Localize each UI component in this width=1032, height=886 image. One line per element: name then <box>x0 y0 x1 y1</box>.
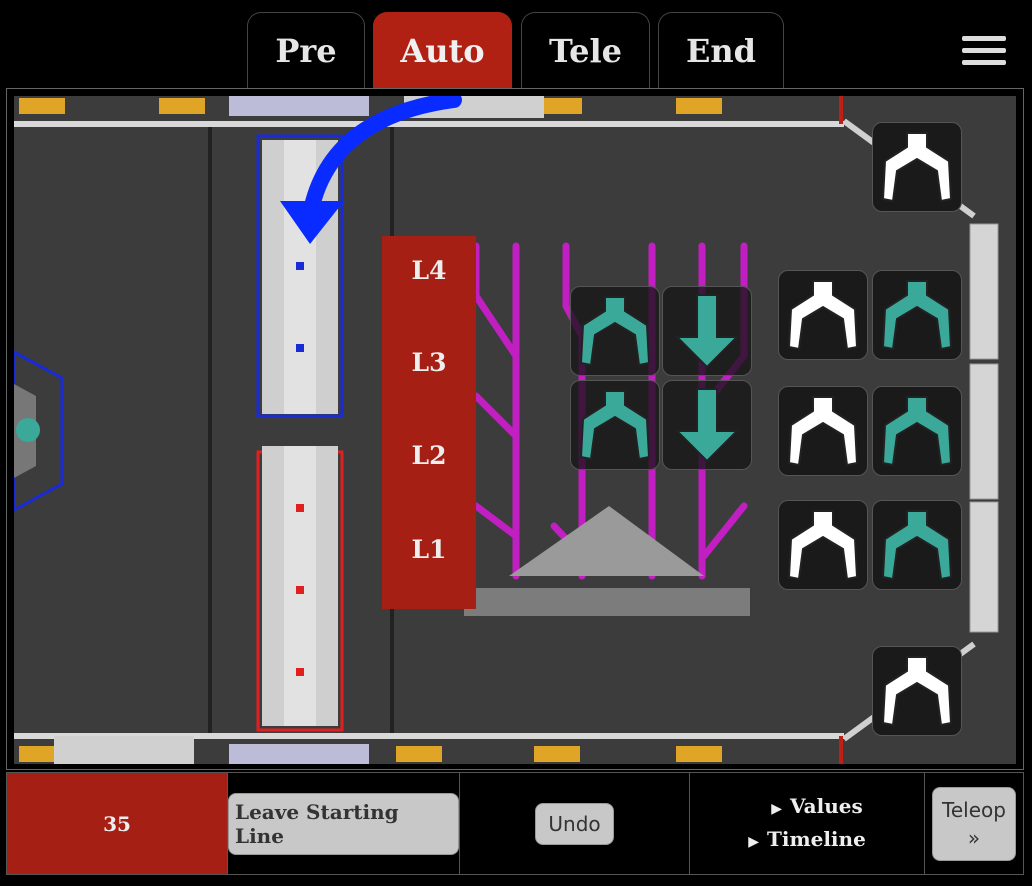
level-l2-button[interactable]: L2 <box>382 441 476 470</box>
leave-cell: Leave Starting Line <box>228 773 460 874</box>
teleop-label: Teleop <box>942 797 1006 822</box>
claw-white-icon <box>881 656 953 727</box>
values-toggle[interactable]: ▶ Values <box>771 791 863 824</box>
level-l1-button[interactable]: L1 <box>382 535 476 564</box>
mark-3-teal-button[interactable] <box>872 500 962 590</box>
mark-1-teal-button[interactable] <box>872 270 962 360</box>
claw-teal-icon <box>579 390 651 461</box>
level-l4-button[interactable]: L4 <box>382 256 476 285</box>
claw-white-icon <box>787 396 859 467</box>
undo-cell: Undo <box>460 773 690 874</box>
tab-pre[interactable]: Pre <box>247 12 365 88</box>
tab-auto[interactable]: Auto <box>373 12 512 88</box>
claw-white-icon <box>787 510 859 581</box>
hamburger-menu-icon[interactable] <box>962 36 1006 66</box>
teleop-button[interactable]: Teleop » <box>932 786 1016 861</box>
undo-button[interactable]: Undo <box>535 802 614 845</box>
arrow-down-teal-icon <box>674 388 740 463</box>
reef-drop-upper-button[interactable] <box>662 286 752 376</box>
reef-pickup-lower-button[interactable] <box>570 380 660 470</box>
claw-teal-icon <box>881 396 953 467</box>
reef-pickup-upper-button[interactable] <box>570 286 660 376</box>
mark-3-white-button[interactable] <box>778 500 868 590</box>
disclosure-cell: ▶ Values ▶ Timeline <box>690 773 925 874</box>
timeline-toggle[interactable]: ▶ Timeline <box>748 824 866 857</box>
claw-teal-icon <box>881 510 953 581</box>
triangle-right-icon: ▶ <box>771 800 782 817</box>
triangle-right-icon: ▶ <box>748 833 759 850</box>
mark-2-white-button[interactable] <box>778 386 868 476</box>
values-label: Values <box>790 793 863 818</box>
station-top-pickup-button[interactable] <box>872 122 962 212</box>
station-bottom-pickup-button[interactable] <box>872 646 962 736</box>
claw-white-icon <box>787 280 859 351</box>
tab-tele[interactable]: Tele <box>521 12 650 88</box>
score-display: 35 <box>7 773 228 874</box>
mark-2-teal-button[interactable] <box>872 386 962 476</box>
phase-tabs: Pre Auto Tele End <box>0 0 1032 88</box>
leave-starting-line-button[interactable]: Leave Starting Line <box>228 792 459 855</box>
timeline-label: Timeline <box>766 826 866 851</box>
teleop-cell: Teleop » <box>925 773 1023 874</box>
tab-end[interactable]: End <box>658 12 784 88</box>
level-l3-button[interactable]: L3 <box>382 348 476 377</box>
mark-1-white-button[interactable] <box>778 270 868 360</box>
claw-teal-icon <box>881 280 953 351</box>
claw-teal-icon <box>579 296 651 367</box>
footer-bar: 35 Leave Starting Line Undo ▶ Values ▶ Tim… <box>6 772 1024 875</box>
claw-white-icon <box>881 132 953 203</box>
arrow-down-teal-icon <box>674 294 740 369</box>
curved-arrow-icon <box>280 96 462 244</box>
reef-level-panel: L4 L3 L2 L1 <box>382 236 476 609</box>
reef-drop-lower-button[interactable] <box>662 380 752 470</box>
next-arrow-icon: » <box>967 825 981 850</box>
